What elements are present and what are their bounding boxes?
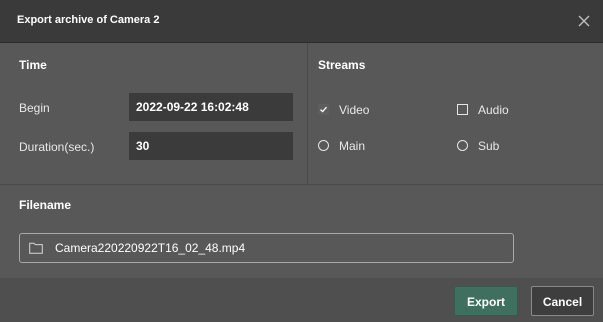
- cancel-button[interactable]: Cancel: [531, 286, 594, 316]
- begin-label: Begin: [19, 101, 50, 115]
- begin-field[interactable]: 2022-09-22 16:02:48: [129, 93, 293, 121]
- folder-icon[interactable]: [29, 241, 43, 254]
- duration-label: Duration(sec.): [19, 140, 95, 154]
- video-checkbox-option[interactable]: Video: [318, 102, 388, 118]
- dialog-title: Export archive of Camera 2: [17, 14, 160, 26]
- sub-stream-label: Sub: [478, 139, 500, 153]
- time-section-title: Time: [19, 58, 47, 72]
- audio-checkbox-label: Audio: [478, 103, 509, 117]
- streams-section-title: Streams: [318, 58, 366, 72]
- filename-field[interactable]: Camera220220922T16_02_48.mp4: [19, 233, 514, 263]
- main-stream-label: Main: [339, 139, 366, 153]
- audio-checkbox-option[interactable]: Audio: [457, 102, 527, 118]
- close-icon[interactable]: [574, 11, 594, 31]
- filename-value: Camera220220922T16_02_48.mp4: [55, 241, 246, 255]
- audio-checkbox[interactable]: [457, 104, 468, 115]
- main-stream-radio[interactable]: [318, 140, 329, 151]
- duration-field[interactable]: 30: [129, 132, 293, 160]
- video-checkbox-label: Video: [339, 103, 370, 117]
- sub-stream-radio[interactable]: [457, 140, 468, 151]
- dialog-titlebar: Export archive of Camera 2: [0, 0, 603, 43]
- video-checkbox[interactable]: [318, 104, 329, 115]
- section-divider: [307, 43, 308, 184]
- filename-section-title: Filename: [19, 198, 72, 212]
- main-stream-radio-option[interactable]: Main: [318, 138, 388, 154]
- export-button[interactable]: Export: [454, 286, 518, 316]
- export-archive-dialog: Export archive of Camera 2 Time Begin 20…: [0, 0, 603, 322]
- sub-stream-radio-option[interactable]: Sub: [457, 138, 527, 154]
- filename-divider: [0, 184, 603, 185]
